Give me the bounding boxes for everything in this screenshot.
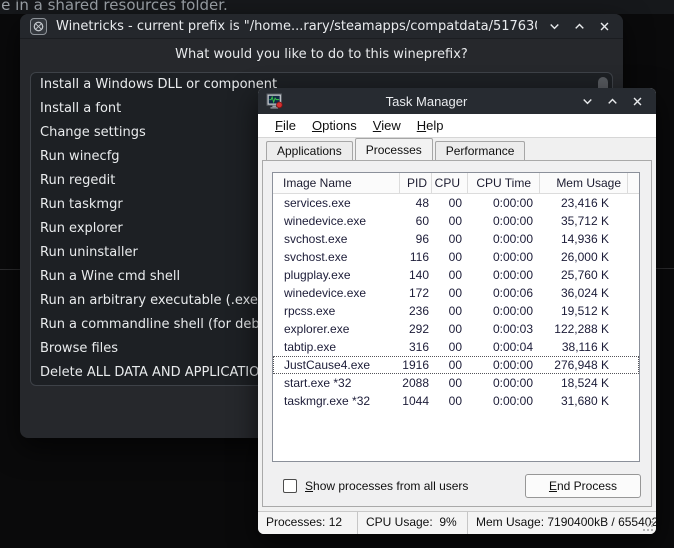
taskmgr-statusbar: Processes: 12 CPU Usage: 9% Mem Usage: 7… <box>258 511 656 534</box>
table-row[interactable]: plugplay.exe 140 00 0:00:00 25,760 K <box>273 266 639 284</box>
process-list: Image Name PID CPU CPU Time Mem Usage se… <box>272 172 640 462</box>
column-header-image-name[interactable]: Image Name <box>273 173 400 193</box>
winetricks-prompt: What would you like to do to this winepr… <box>175 47 468 62</box>
close-icon <box>633 97 641 105</box>
process-tab-footer: Show processes from all users End Proces… <box>263 472 653 502</box>
table-row[interactable]: services.exe 48 00 0:00:00 23,416 K <box>273 194 639 212</box>
close-icon <box>600 22 608 30</box>
minimize-button[interactable] <box>545 17 563 35</box>
background-seam-left <box>0 269 20 270</box>
chevron-down-icon <box>549 23 559 29</box>
status-cpu-usage: CPU Usage: 9% <box>358 512 468 534</box>
menu-view[interactable]: View <box>365 116 409 135</box>
background-seam-right <box>656 268 674 269</box>
chevron-up-icon <box>607 98 617 104</box>
column-header-mem-usage[interactable]: Mem Usage <box>540 173 628 193</box>
menu-file[interactable]: File <box>267 116 304 135</box>
table-row[interactable]: start.exe *32 2088 00 0:00:00 18,524 K <box>273 374 639 392</box>
winetricks-app-icon <box>30 17 47 35</box>
table-row[interactable]: rpcss.exe 236 00 0:00:00 19,512 K <box>273 302 639 320</box>
background-window-strip: le in a shared resources folder. <box>0 0 674 14</box>
status-processes: Processes: 12 <box>258 512 358 534</box>
chevron-down-icon <box>582 98 592 104</box>
table-row[interactable]: svchost.exe 96 00 0:00:00 14,936 K <box>273 230 639 248</box>
tab-performance[interactable]: Performance <box>434 141 526 160</box>
column-header-pid[interactable]: PID <box>400 173 432 193</box>
table-row[interactable]: winedevice.exe 60 00 0:00:00 35,712 K <box>273 212 639 230</box>
resize-grip[interactable] <box>643 521 653 531</box>
show-all-users-label[interactable]: Show processes from all users <box>305 479 468 493</box>
table-row[interactable]: svchost.exe 116 00 0:00:00 26,000 K <box>273 248 639 266</box>
task-manager-window: Task Manager File Options View Help Appl… <box>258 88 656 534</box>
close-button[interactable] <box>595 17 613 35</box>
taskmgr-menubar: File Options View Help <box>258 114 656 138</box>
taskmgr-tab-strip: Applications Processes Performance <box>266 138 527 161</box>
tab-applications[interactable]: Applications <box>266 141 353 160</box>
table-row[interactable]: tabtip.exe 316 00 0:00:04 38,116 K <box>273 338 639 356</box>
tab-processes[interactable]: Processes <box>354 138 433 160</box>
winetricks-window-title: Winetricks - current prefix is "/home...… <box>56 18 537 34</box>
menu-help[interactable]: Help <box>409 116 452 135</box>
menu-options[interactable]: Options <box>304 116 365 135</box>
process-list-header: Image Name PID CPU CPU Time Mem Usage <box>273 173 639 194</box>
table-row[interactable]: winedevice.exe 172 00 0:00:06 36,024 K <box>273 284 639 302</box>
taskmgr-titlebar[interactable]: Task Manager <box>258 88 656 114</box>
processes-tab-pane: Image Name PID CPU CPU Time Mem Usage se… <box>262 160 652 507</box>
table-row-selected[interactable]: JustCause4.exe 1916 00 0:00:00 276,948 K <box>273 356 639 374</box>
column-header-cpu[interactable]: CPU <box>432 173 468 193</box>
table-row[interactable]: taskmgr.exe *32 1044 00 0:00:00 31,680 K <box>273 392 639 410</box>
maximize-button[interactable] <box>603 92 621 110</box>
taskmgr-window-title: Task Manager <box>385 93 468 109</box>
status-mem-usage: Mem Usage: 7190400kB / 65540276kB <box>476 515 656 529</box>
minimize-button[interactable] <box>578 92 596 110</box>
chevron-up-icon <box>574 23 584 29</box>
end-process-button[interactable]: End Process <box>525 474 641 498</box>
close-button[interactable] <box>628 92 646 110</box>
background-partial-text: le in a shared resources folder. <box>0 0 228 14</box>
taskmgr-app-icon <box>266 93 283 110</box>
show-all-users-checkbox[interactable] <box>283 479 297 493</box>
table-row[interactable]: explorer.exe 292 00 0:00:03 122,288 K <box>273 320 639 338</box>
column-header-cpu-time[interactable]: CPU Time <box>468 173 540 193</box>
winetricks-titlebar[interactable]: Winetricks - current prefix is "/home...… <box>20 14 623 39</box>
maximize-button[interactable] <box>570 17 588 35</box>
